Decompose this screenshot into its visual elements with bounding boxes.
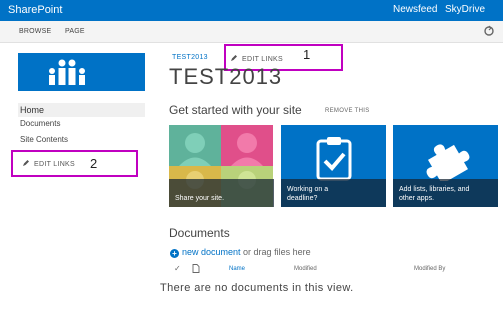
tile-share-site[interactable]: Share your site.: [169, 125, 274, 207]
breadcrumb[interactable]: TEST2013: [172, 54, 208, 61]
pencil-icon: [231, 55, 237, 61]
nav-item-documents[interactable]: Documents: [18, 117, 145, 131]
column-header-name[interactable]: Name: [229, 266, 245, 272]
document-type-icon: [192, 264, 200, 275]
site-logo[interactable]: [18, 53, 145, 91]
callout-number-2: 2: [90, 156, 98, 171]
new-document-link[interactable]: new document: [182, 247, 241, 257]
people-photo-icon: [221, 125, 273, 166]
skydrive-link[interactable]: SkyDrive: [445, 4, 485, 15]
tile-apps-caption-line2: other apps.: [399, 195, 435, 202]
tile-apps-caption-line1: Add lists, libraries, and: [399, 186, 470, 193]
nav-item-home[interactable]: Home: [18, 103, 145, 117]
edit-links-top[interactable]: EDIT LINKS: [230, 54, 283, 63]
select-all-checkmark-icon[interactable]: ✓: [174, 264, 181, 273]
get-started-heading: Get started with your site: [169, 103, 302, 117]
column-header-modified-by[interactable]: Modified By: [414, 266, 445, 272]
tile-deadline-caption-line2: deadline?: [287, 195, 318, 202]
tile-deadline-caption-line1: Working on a: [287, 186, 329, 193]
tab-browse[interactable]: BROWSE: [19, 28, 51, 35]
drag-files-text: or drag files here: [240, 247, 311, 257]
app-brand[interactable]: SharePoint: [8, 4, 62, 16]
clipboard-check-icon: [316, 137, 352, 181]
people-photo-icon: [169, 125, 221, 166]
edit-links-left[interactable]: EDIT LINKS: [22, 159, 75, 168]
edit-links-left-label: EDIT LINKS: [34, 161, 75, 168]
remove-this-link[interactable]: REMOVE THIS: [325, 108, 370, 114]
share-icon[interactable]: [483, 25, 495, 40]
pencil-icon: [23, 160, 29, 166]
quick-launch: Home Documents Site Contents: [18, 103, 145, 147]
edit-links-top-label: EDIT LINKS: [242, 56, 283, 63]
people-logo-icon: [49, 59, 85, 85]
newsfeed-link[interactable]: Newsfeed: [393, 4, 437, 15]
plus-circle-icon[interactable]: +: [170, 249, 179, 258]
tab-page[interactable]: PAGE: [65, 28, 85, 35]
documents-heading[interactable]: Documents: [169, 226, 230, 240]
new-document-row: + new document or drag files here: [170, 247, 311, 258]
nav-item-site-contents[interactable]: Site Contents: [18, 133, 145, 147]
column-header-modified[interactable]: Modified: [294, 266, 317, 272]
callout-number-1: 1: [303, 47, 311, 62]
suite-bar: SharePoint Newsfeed SkyDrive: [0, 0, 503, 21]
empty-view-message: There are no documents in this view.: [160, 282, 354, 294]
page-title: TEST2013: [169, 64, 283, 89]
tile-working-on-deadline[interactable]: Working on a deadline?: [281, 125, 386, 207]
tile-add-apps[interactable]: Add lists, libraries, and other apps.: [393, 125, 498, 207]
puzzle-piece-icon: [426, 144, 470, 181]
tile-share-caption: Share your site.: [175, 195, 225, 202]
ribbon: BROWSE PAGE: [0, 21, 503, 43]
